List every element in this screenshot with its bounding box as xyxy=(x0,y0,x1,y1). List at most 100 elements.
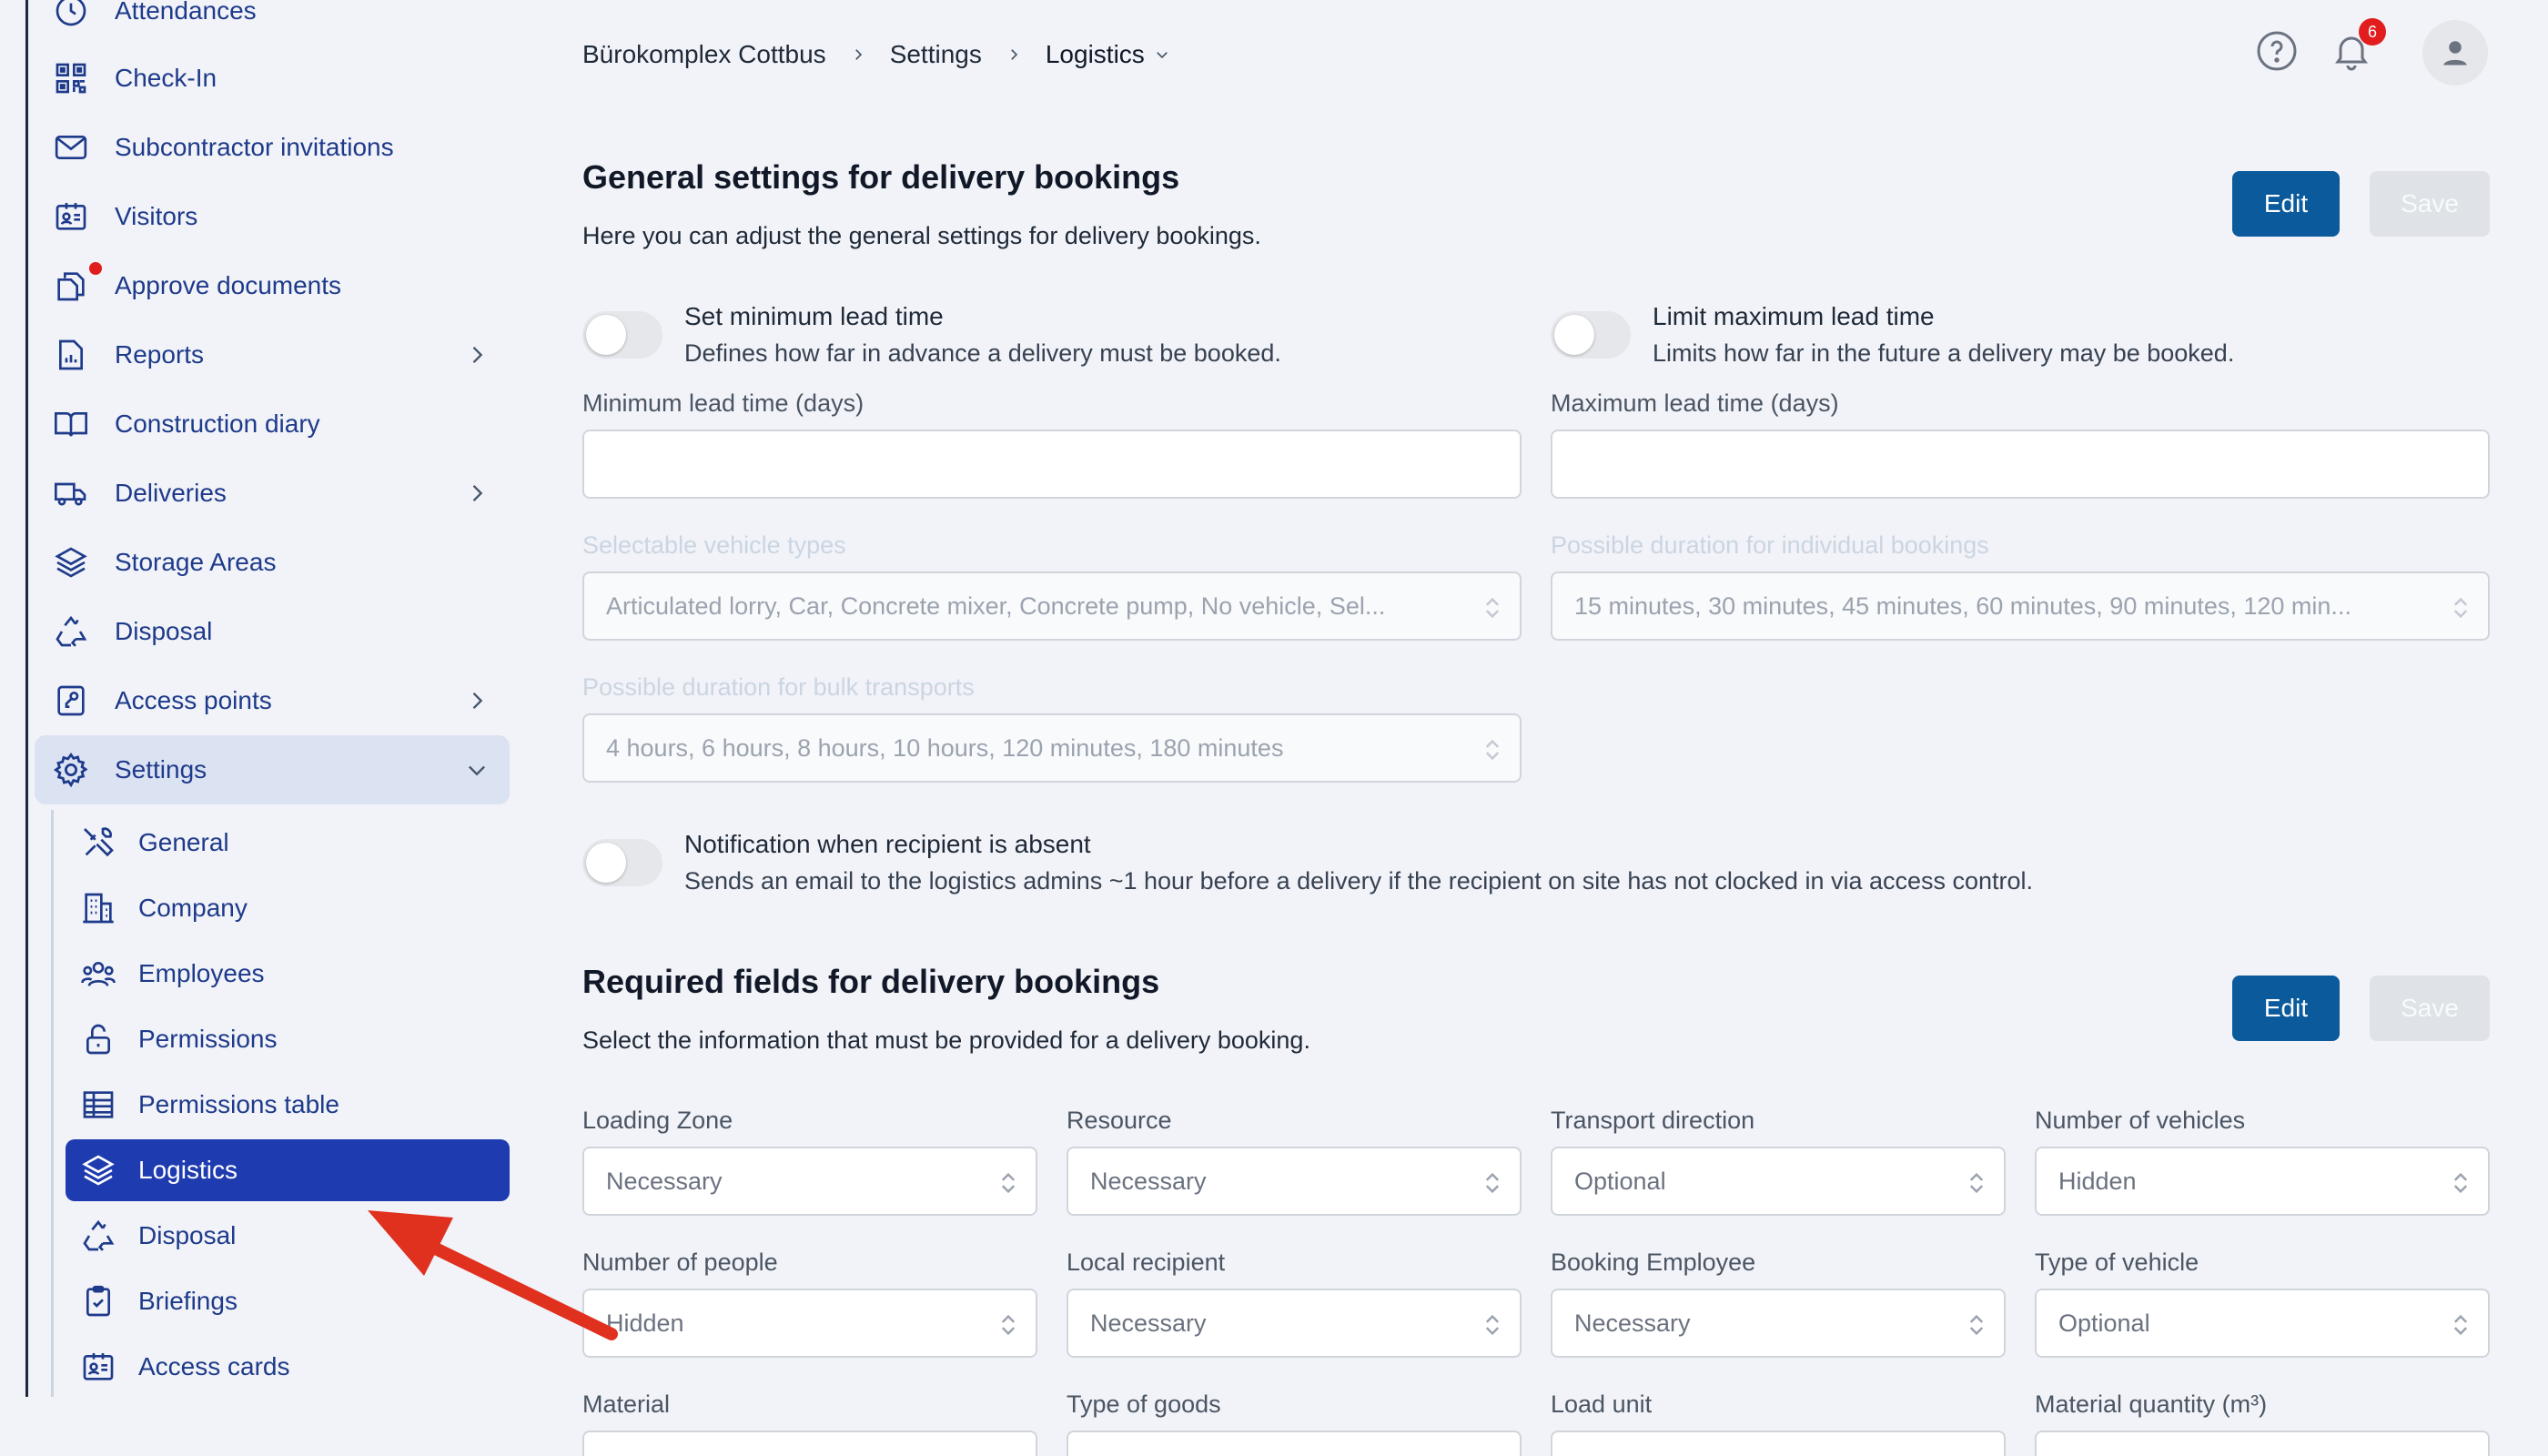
min-lead-time-input[interactable] xyxy=(582,430,1522,499)
sidebar-item-label: Approve documents xyxy=(115,271,342,299)
absent-notification-description: Sends an email to the logistics admins ~… xyxy=(684,867,2034,895)
sidebar-item-label: Subcontractor invitations xyxy=(115,133,394,161)
updown-chevron-icon xyxy=(1485,739,1500,761)
min-lead-time-toggle[interactable] xyxy=(582,311,662,359)
select-booking-employee[interactable]: Necessary xyxy=(1551,1289,2006,1358)
sidebar-subitem-company[interactable]: Company xyxy=(66,877,510,939)
bulk-duration-label: Possible duration for bulk transports xyxy=(582,673,975,701)
sidebar-subitem-permissions-table[interactable]: Permissions table xyxy=(66,1074,510,1136)
recycle-icon xyxy=(51,612,91,652)
breadcrumb-project[interactable]: Bürokomplex Cottbus xyxy=(582,40,826,69)
field-label-material-quantity: Material quantity (m³) xyxy=(2035,1390,2268,1418)
select-value: Necessary xyxy=(1574,1309,1691,1337)
absent-notification-title: Notification when recipient is absent xyxy=(684,830,1091,858)
max-lead-time-input[interactable] xyxy=(1551,430,2490,499)
field-label-number-of-vehicles: Number of vehicles xyxy=(2035,1107,2246,1134)
absent-notification-toggle[interactable] xyxy=(582,839,662,886)
id-badge-icon xyxy=(78,1347,118,1387)
bulk-duration-select[interactable]: 4 hours, 6 hours, 8 hours, 10 hours, 120… xyxy=(582,713,1522,783)
sidebar-subitem-briefings[interactable]: Briefings xyxy=(66,1270,510,1332)
updown-chevron-icon xyxy=(1485,597,1500,619)
updown-chevron-icon xyxy=(1969,1172,1984,1194)
required-edit-button[interactable]: Edit xyxy=(2232,976,2340,1041)
sidebar-item-label: Construction diary xyxy=(115,410,320,438)
access-point-icon xyxy=(51,681,91,721)
chevron-down-icon[interactable] xyxy=(1154,46,1170,63)
general-edit-button[interactable]: Edit xyxy=(2232,171,2340,237)
booking-duration-select[interactable]: 15 minutes, 30 minutes, 45 minutes, 60 m… xyxy=(1551,571,2490,641)
chevron-right-icon xyxy=(1011,49,1018,60)
user-icon xyxy=(2443,41,2467,66)
sidebar-subitem-permissions[interactable]: Permissions xyxy=(66,1008,510,1070)
sidebar-item-label: Reports xyxy=(115,340,205,369)
general-save-button[interactable]: Save xyxy=(2370,171,2490,237)
sidebar-item-settings[interactable]: Settings xyxy=(35,735,510,804)
vehicle-types-value: Articulated lorry, Car, Concrete mixer, … xyxy=(606,592,1386,620)
sidebar-subitem-disposal[interactable]: Disposal xyxy=(66,1205,510,1267)
sidebar-item-attendances[interactable]: Attendances xyxy=(35,0,510,46)
sidebar-item-storage-areas[interactable]: Storage Areas xyxy=(35,528,510,597)
updown-chevron-icon xyxy=(1001,1314,1016,1336)
sidebar-rail xyxy=(25,0,28,1397)
select-value: Hidden xyxy=(2058,1167,2137,1195)
sidebar-item-check-in[interactable]: Check-In xyxy=(35,44,510,113)
select-transport-direction[interactable]: Optional xyxy=(1551,1147,2006,1216)
sidebar-item-visitors[interactable]: Visitors xyxy=(35,182,510,251)
sidebar-subitem-logistics[interactable]: Logistics xyxy=(66,1139,510,1201)
sidebar: Attendances Check-In Subcontractor invit… xyxy=(0,0,528,1456)
select-resource[interactable]: Necessary xyxy=(1067,1147,1522,1216)
select-material-quantity[interactable] xyxy=(2035,1431,2490,1456)
updown-chevron-icon xyxy=(1485,1314,1500,1336)
sidebar-item-disposal[interactable]: Disposal xyxy=(35,597,510,666)
min-lead-time-title: Set minimum lead time xyxy=(684,302,944,330)
report-icon xyxy=(51,335,91,375)
max-lead-time-title: Limit maximum lead time xyxy=(1653,302,1935,330)
max-lead-time-toggle[interactable] xyxy=(1551,311,1631,359)
envelope-icon xyxy=(51,127,91,167)
truck-icon xyxy=(51,473,91,513)
select-number-of-people[interactable]: Hidden xyxy=(582,1289,1037,1358)
documents-icon xyxy=(51,266,91,306)
sidebar-item-label: Disposal xyxy=(115,617,213,645)
sidebar-item-construction-diary[interactable]: Construction diary xyxy=(35,389,510,459)
general-settings-description: Here you can adjust the general settings… xyxy=(582,222,1261,249)
sidebar-subitem-label: Company xyxy=(138,894,248,922)
chevron-right-icon xyxy=(854,49,862,60)
select-local-recipient[interactable]: Necessary xyxy=(1067,1289,1522,1358)
sidebar-item-access-points[interactable]: Access points xyxy=(35,666,510,735)
avatar[interactable] xyxy=(2422,20,2488,86)
field-label-number-of-people: Number of people xyxy=(582,1249,778,1276)
sidebar-item-label: Deliveries xyxy=(115,479,227,507)
required-save-button[interactable]: Save xyxy=(2370,976,2490,1041)
sidebar-subitem-access-cards[interactable]: Access cards xyxy=(66,1336,510,1398)
required-fields-description: Select the information that must be prov… xyxy=(582,1026,1310,1054)
select-load-unit[interactable] xyxy=(1551,1431,2006,1456)
updown-chevron-icon xyxy=(1485,1172,1500,1194)
field-label-resource: Resource xyxy=(1067,1107,1172,1134)
select-type-of-goods[interactable] xyxy=(1067,1431,1522,1456)
select-loading-zone[interactable]: Necessary xyxy=(582,1147,1037,1216)
submenu-rail xyxy=(51,810,54,1397)
vehicle-types-select[interactable]: Articulated lorry, Car, Concrete mixer, … xyxy=(582,571,1522,641)
tools-icon xyxy=(78,823,118,863)
select-value: Optional xyxy=(1574,1167,1666,1195)
help-icon[interactable] xyxy=(2255,29,2299,73)
sidebar-subitem-employees[interactable]: Employees xyxy=(66,943,510,1005)
select-number-of-vehicles[interactable]: Hidden xyxy=(2035,1147,2490,1216)
field-label-type-of-vehicle: Type of vehicle xyxy=(2035,1249,2199,1276)
booking-duration-value: 15 minutes, 30 minutes, 45 minutes, 60 m… xyxy=(1574,592,2351,620)
sidebar-item-label: Visitors xyxy=(115,202,198,230)
sidebar-item-deliveries[interactable]: Deliveries xyxy=(35,459,510,528)
breadcrumb-current[interactable]: Logistics xyxy=(1046,40,1145,69)
breadcrumb-settings[interactable]: Settings xyxy=(890,40,982,69)
sidebar-item-subcontractor-invitations[interactable]: Subcontractor invitations xyxy=(35,113,510,182)
sidebar-subitem-label: Access cards xyxy=(138,1352,290,1380)
select-type-of-vehicle[interactable]: Optional xyxy=(2035,1289,2490,1358)
sidebar-item-approve-documents[interactable]: Approve documents xyxy=(35,251,510,320)
sidebar-item-reports[interactable]: Reports xyxy=(35,320,510,389)
field-label-local-recipient: Local recipient xyxy=(1067,1249,1226,1276)
building-icon xyxy=(78,888,118,928)
select-value: Necessary xyxy=(1090,1309,1207,1337)
select-material[interactable] xyxy=(582,1431,1037,1456)
sidebar-subitem-general[interactable]: General xyxy=(66,812,510,874)
